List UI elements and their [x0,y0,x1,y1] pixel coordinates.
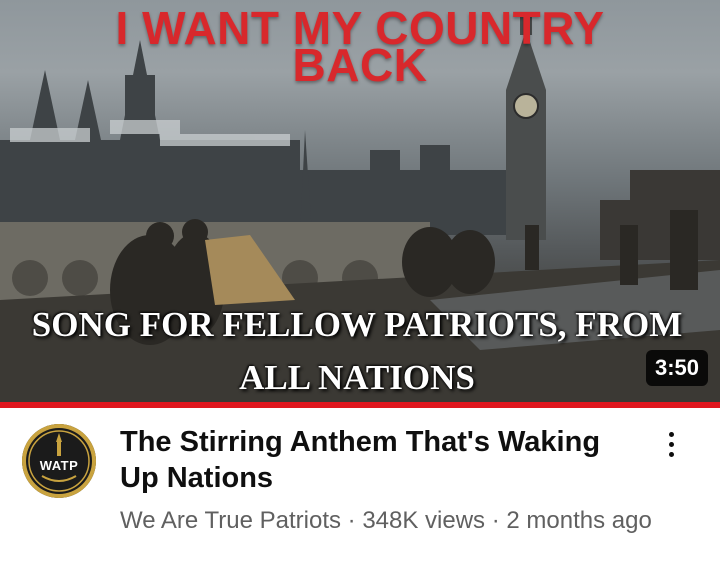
thumbnail-overlay-subtitle-line1: SONG FOR FELLOW PATRIOTS, FROM [31,305,683,344]
upload-age: 2 months ago [506,507,652,534]
meta-separator: · [347,507,356,534]
watch-progress-fill [0,402,720,408]
watch-progress-bar [0,402,720,408]
channel-avatar-text: WATP [39,458,79,473]
duration-badge: 3:50 [645,350,708,386]
video-thumbnail[interactable]: I WANT MY COUNTRY BACK SONG FOR FELLOW P… [0,0,720,402]
video-metadata: We Are True Patriots · 348K views · 2 mo… [120,505,660,537]
video-title[interactable]: The Stirring Anthem That's Waking Up Nat… [120,424,640,496]
more-vert-icon[interactable] [656,424,686,464]
meta-separator: · [491,507,500,534]
view-count: 348K views [362,507,486,534]
channel-avatar[interactable]: WATP [22,424,96,498]
thumbnail-overlay-title-line2: BACK [292,39,428,91]
thumbnail-overlay-subtitle-line2: ALL NATIONS [239,358,475,397]
channel-name[interactable]: We Are True Patriots [120,507,341,534]
